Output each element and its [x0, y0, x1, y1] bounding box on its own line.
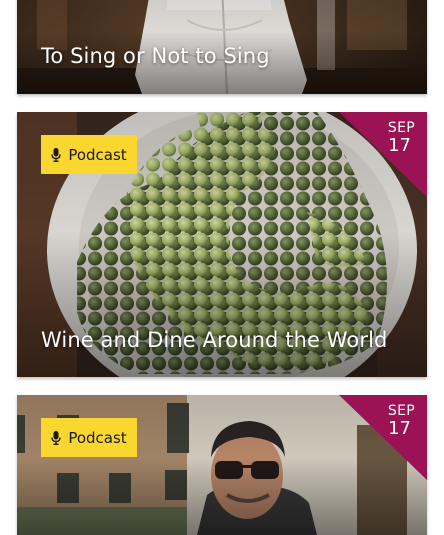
date-month: SEP: [387, 120, 415, 136]
date-day: 17: [388, 135, 411, 156]
card-title[interactable]: Wine and Dine Around the World: [41, 328, 387, 352]
date-day: 17: [388, 418, 411, 439]
tag-label: Podcast: [68, 428, 127, 447]
article-card-wine-and-dine[interactable]: SEP 17 Podcast Wine and Dine Around the …: [17, 112, 427, 377]
microphone-icon: [51, 430, 62, 445]
article-feed: To Sing or Not to Sing SEP 17 Podcast Wi…: [0, 0, 444, 535]
date-month: SEP: [387, 403, 415, 419]
card-title[interactable]: To Sing or Not to Sing: [41, 44, 270, 68]
podcast-tag[interactable]: Podcast: [41, 135, 137, 174]
article-card-to-sing[interactable]: To Sing or Not to Sing: [17, 0, 427, 94]
microphone-icon: [51, 147, 62, 162]
podcast-tag[interactable]: Podcast: [41, 418, 137, 457]
date-flag: SEP 17: [339, 395, 427, 480]
date-flag: SEP 17: [339, 112, 427, 197]
article-card-podcast[interactable]: SEP 17 Podcast: [17, 395, 427, 535]
tag-label: Podcast: [68, 145, 127, 164]
